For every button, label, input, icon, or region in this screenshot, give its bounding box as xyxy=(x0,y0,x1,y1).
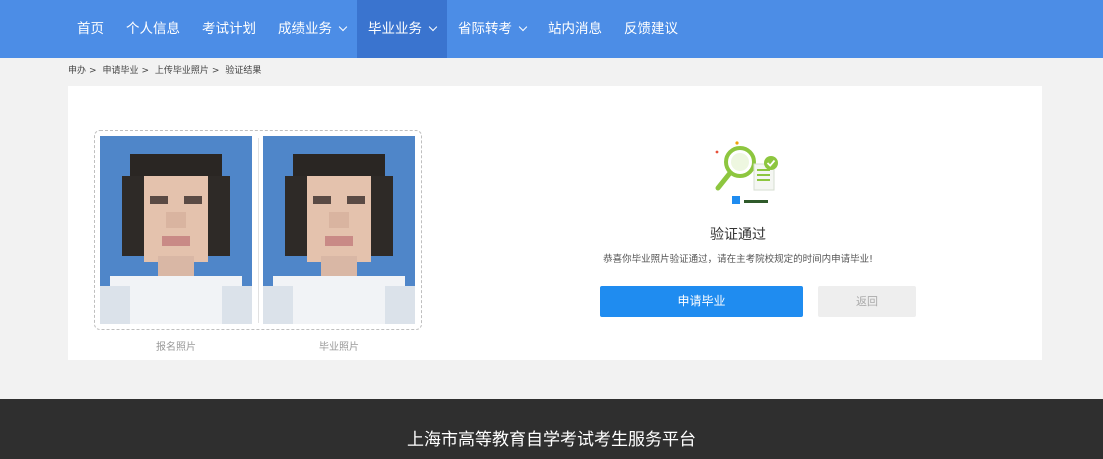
apply-graduation-button[interactable]: 申请毕业 xyxy=(600,286,803,317)
verification-success-icon xyxy=(712,138,792,212)
nav-item-label: 个人信息 xyxy=(126,21,180,37)
nav-item-label: 考试计划 xyxy=(202,21,256,37)
breadcrumb-item[interactable]: 申请毕业 xyxy=(102,66,138,76)
nav-item-personal-info[interactable]: 个人信息 xyxy=(115,0,191,58)
registration-photo xyxy=(100,136,252,324)
nav-item-label: 毕业业务 xyxy=(368,21,422,37)
nav-item-label: 成绩业务 xyxy=(278,21,332,37)
graduation-photo-caption: 毕业照片 xyxy=(319,342,359,353)
footer: 上海市高等教育自学考试考生服务平台 xyxy=(0,399,1103,459)
chevron-down-icon xyxy=(428,22,438,32)
nav-item-feedback[interactable]: 反馈建议 xyxy=(613,0,689,58)
nav-menu: 首页 个人信息 考试计划 成绩业务 毕业业务 省际转考 站内消息 反馈建议 xyxy=(66,0,689,58)
nav-item-label: 站内消息 xyxy=(548,21,602,37)
breadcrumb-separator: > xyxy=(89,66,97,76)
breadcrumb-separator: > xyxy=(211,66,220,76)
graduation-photo xyxy=(263,136,415,324)
top-nav: 首页 个人信息 考试计划 成绩业务 毕业业务 省际转考 站内消息 反馈建议 xyxy=(0,0,1103,58)
photo-divider xyxy=(258,138,259,323)
footer-title: 上海市高等教育自学考试考生服务平台 xyxy=(407,430,696,450)
nav-item-label: 省际转考 xyxy=(458,21,512,37)
chevron-down-icon xyxy=(338,22,348,32)
nav-item-graduation-business[interactable]: 毕业业务 xyxy=(357,0,447,58)
registration-photo-caption: 报名照片 xyxy=(156,342,196,353)
nav-item-exam-plan[interactable]: 考试计划 xyxy=(191,0,267,58)
result-title: 验证通过 xyxy=(710,227,766,243)
nav-item-label: 反馈建议 xyxy=(624,21,678,37)
nav-item-score-business[interactable]: 成绩业务 xyxy=(267,0,357,58)
breadcrumb-separator: > xyxy=(141,66,149,76)
nav-item-home[interactable]: 首页 xyxy=(66,0,115,58)
breadcrumb: 申办 > 申请毕业 > 上传毕业照片 > 验证结果 xyxy=(68,63,264,76)
nav-item-interprovincial-transfer[interactable]: 省际转考 xyxy=(447,0,537,58)
breadcrumb-item-current: 验证结果 xyxy=(225,66,262,76)
result-panel: 验证通过 恭喜你毕业照片验证通过，请在主考院校规定的时间内申请毕业! 申请毕业 … xyxy=(568,86,968,360)
back-button[interactable]: 返回 xyxy=(818,286,916,317)
nav-item-messages[interactable]: 站内消息 xyxy=(537,0,613,58)
verification-card: 报名照片 毕业照片 验证通过 恭喜你毕业照片验证通过，请在主考院校规定的时间内申… xyxy=(68,86,1042,360)
result-message: 恭喜你毕业照片验证通过，请在主考院校规定的时间内申请毕业! xyxy=(603,254,873,265)
nav-item-label: 首页 xyxy=(77,21,104,37)
breadcrumb-item[interactable]: 上传毕业照片 xyxy=(155,66,209,76)
breadcrumb-item[interactable]: 申办 xyxy=(68,66,86,76)
chevron-down-icon xyxy=(518,22,528,32)
